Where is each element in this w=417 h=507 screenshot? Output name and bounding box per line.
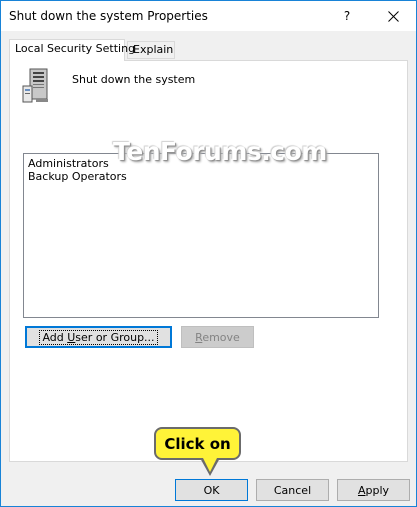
members-list[interactable]: Administrators Backup Operators — [23, 153, 379, 318]
tab-local-security-setting[interactable]: Local Security Setting — [9, 39, 135, 61]
add-button-label: Add User or Group... — [39, 329, 158, 345]
apply-button[interactable]: Apply — [337, 479, 410, 501]
apply-button-label: Apply — [357, 483, 390, 497]
list-item[interactable]: Backup Operators — [28, 170, 127, 183]
watermark: TenForums.com — [113, 137, 327, 166]
help-button[interactable]: ? — [324, 1, 370, 31]
remove-button-label: Remove — [195, 330, 240, 344]
cancel-button[interactable]: Cancel — [256, 479, 329, 501]
window-title: Shut down the system Properties — [9, 9, 208, 23]
callout-pointer-fill — [203, 458, 217, 472]
server-icon — [22, 68, 48, 103]
close-button[interactable] — [370, 1, 416, 31]
tab-panel: Shut down the system Administrators Back… — [9, 60, 408, 462]
policy-name: Shut down the system — [72, 73, 196, 86]
title-bar[interactable]: Shut down the system Properties ? — [1, 1, 416, 31]
list-item[interactable]: Administrators — [28, 157, 109, 170]
close-icon — [387, 10, 399, 22]
remove-button[interactable]: Remove — [181, 326, 254, 348]
help-icon: ? — [343, 9, 351, 23]
add-user-or-group-button[interactable]: Add User or Group... — [25, 326, 172, 348]
click-on-callout: Click on — [154, 427, 241, 460]
ok-button[interactable]: OK — [175, 479, 248, 501]
properties-dialog: Shut down the system Properties ? Local … — [0, 0, 417, 507]
